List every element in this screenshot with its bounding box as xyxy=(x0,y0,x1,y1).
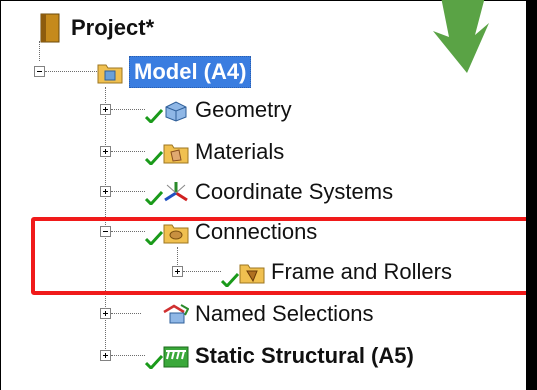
tree-node-static-structural[interactable]: Static Structural (A5) xyxy=(163,339,414,373)
window-edge xyxy=(526,0,537,390)
check-icon xyxy=(145,355,163,369)
tree-node-geometry[interactable]: Geometry xyxy=(163,93,292,127)
tree-node-project[interactable]: Project* xyxy=(39,11,154,45)
check-icon xyxy=(145,191,163,205)
named-selections-icon xyxy=(163,302,190,326)
coordinate-axes-icon xyxy=(163,180,188,204)
expand-toggle[interactable] xyxy=(100,186,111,197)
pointer-arrow-icon xyxy=(433,0,489,73)
tree-node-label: Static Structural (A5) xyxy=(195,343,414,368)
geometry-cube-icon xyxy=(163,98,187,122)
materials-folder-icon xyxy=(163,140,189,164)
static-structural-icon xyxy=(163,344,189,368)
tree-node-model[interactable]: Model (A4) xyxy=(97,55,252,89)
project-book-icon xyxy=(39,13,63,43)
tree-node-materials[interactable]: Materials xyxy=(163,135,284,169)
check-icon xyxy=(145,109,163,123)
check-icon xyxy=(145,151,163,165)
tree-node-label: Model (A4) xyxy=(129,56,252,88)
collapse-toggle[interactable] xyxy=(34,66,45,77)
tree-node-label: Named Selections xyxy=(195,301,374,326)
tree-node-named-selections[interactable]: Named Selections xyxy=(163,297,374,331)
tree-node-coordinate-systems[interactable]: Coordinate Systems xyxy=(163,175,393,209)
expand-toggle[interactable] xyxy=(100,104,111,115)
tree-node-label: Geometry xyxy=(195,97,292,122)
tree-node-label: Materials xyxy=(195,139,285,164)
expand-toggle[interactable] xyxy=(100,146,111,157)
tree-node-label: Coordinate Systems xyxy=(195,179,394,204)
highlight-box xyxy=(31,217,535,295)
project-tree-panel: Project* Model (A4) Geometry Materials C… xyxy=(0,0,537,390)
model-folder-icon xyxy=(97,60,123,84)
expand-toggle[interactable] xyxy=(100,308,111,319)
expand-toggle[interactable] xyxy=(100,350,111,361)
tree-node-label: Project* xyxy=(71,15,155,40)
